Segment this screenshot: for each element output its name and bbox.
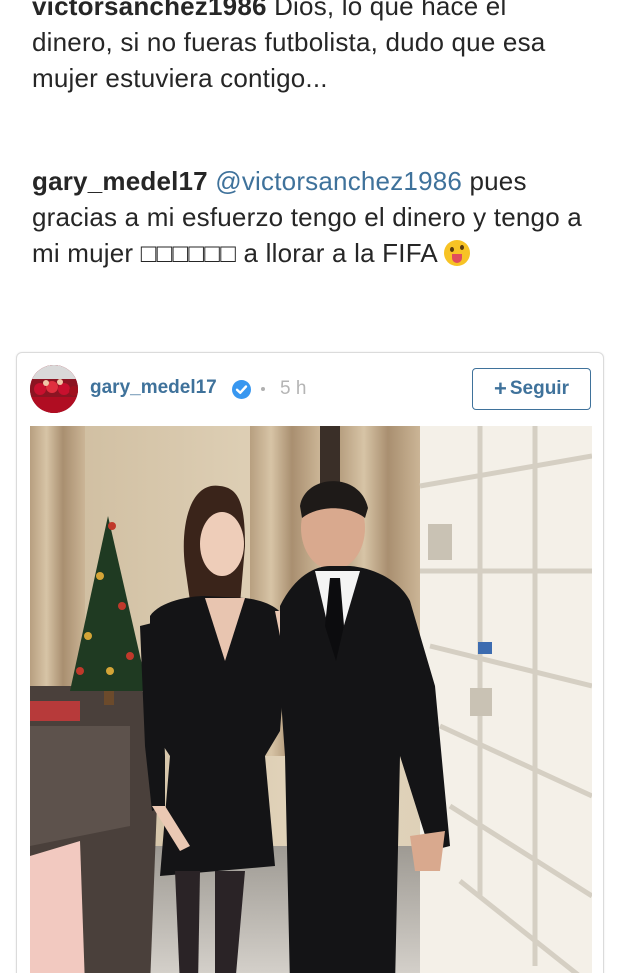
post-header: gary_medel17 5 h + Seguir bbox=[17, 353, 603, 425]
follow-button[interactable]: + Seguir bbox=[472, 368, 591, 410]
post-time: 5 h bbox=[280, 378, 307, 399]
avatar-image bbox=[30, 365, 78, 413]
comments-section: victorsanchez1986 Dios, lo que hace el d… bbox=[0, 0, 620, 352]
avatar[interactable] bbox=[30, 365, 78, 413]
follow-label: Seguir bbox=[509, 378, 569, 399]
post-username[interactable]: gary_medel17 bbox=[90, 377, 217, 399]
post-photo[interactable] bbox=[30, 426, 592, 973]
comment: gary_medel17 @victorsanchez1986 pues gra… bbox=[32, 163, 592, 271]
instagram-post-card: gary_medel17 5 h + Seguir bbox=[16, 352, 604, 973]
comment-username[interactable]: gary_medel17 bbox=[32, 166, 208, 196]
couple-photo-image bbox=[30, 426, 592, 973]
comment: victorsanchez1986 Dios, lo que hace el d… bbox=[32, 0, 592, 96]
separator-dot bbox=[261, 387, 265, 391]
tongue-emoji-icon bbox=[443, 240, 470, 266]
plus-icon: + bbox=[494, 376, 507, 401]
comment-mention[interactable]: @victorsanchez1986 bbox=[208, 166, 462, 196]
verified-badge-icon bbox=[232, 380, 251, 399]
comment-username[interactable]: victorsanchez1986 bbox=[32, 0, 267, 21]
